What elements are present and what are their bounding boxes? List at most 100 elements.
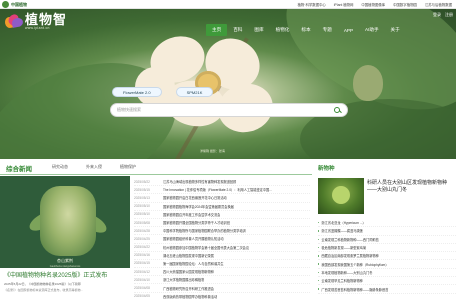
news-date: 2025/04/05 <box>134 294 150 299</box>
nav-app[interactable]: APP <box>338 24 359 36</box>
list-item[interactable]: 极危植物新发现——新型紫鸡菊 <box>318 244 456 253</box>
top-link[interactable]: iPlant 植物网 <box>334 2 354 7</box>
new-species-feature[interactable]: 科研人员在大别山区发现植物新物种——大别山丸门冬 <box>318 176 456 216</box>
news-item[interactable]: 2025/04/16 湖北五峰山植物园发现中国新记录属 <box>134 252 310 260</box>
news-title[interactable]: 国家植物园开展全国植物分类学骨干人才培训班 <box>163 220 230 225</box>
news-title[interactable]: 国家植物园组织科普人员开展植物认知活动 <box>163 236 224 241</box>
top-utility-bar: 中国植物 植物·科学数据中心 iPlant 植物网 中国植物图像库 中国数字植物… <box>0 0 456 9</box>
list-item[interactable]: 云南发现罕见兰科植物新物种 <box>318 277 456 286</box>
login-link[interactable]: 登录 <box>433 12 441 18</box>
list-item[interactable]: 我国西部发现我国第五个新种（Rubiophyllum） <box>318 260 456 269</box>
news-title[interactable]: 国家植物园开启白花西番莲开花中心日常活动 <box>163 195 227 200</box>
news-title[interactable]: 湖北五峰山植物园发现中国新记录属 <box>163 253 214 258</box>
feature-image-sub: Gaultheria xiangshanensis <box>49 265 81 268</box>
nav-plant-culture[interactable]: 植物化 <box>270 24 296 36</box>
new-species-list: 浙江省北亚龙（Hypericum ...） 浙江省蓝蝴蝶——腐蓝马唐莲 云南发现… <box>318 219 456 294</box>
bullet-icon <box>318 221 320 224</box>
top-links: 植物·科学数据中心 iPlant 植物网 中国植物图像库 中国数字植物园 江苏与… <box>298 2 452 7</box>
news-title[interactable]: The Innovation | 花伴侣专项版（FlowerMate 2.0）：… <box>163 187 272 192</box>
news-item[interactable]: 2025/04/22 杭州植物园参加中国植物学会第十届全国代表大会第二次会议 <box>134 244 310 252</box>
list-item-label[interactable]: 极危植物新发现——新型紫鸡菊 <box>321 245 366 250</box>
register-link[interactable]: 注册 <box>445 12 453 18</box>
list-item-label[interactable]: 浙江省北亚龙（Hypericum ...） <box>321 220 365 225</box>
news-title[interactable]: 西双版纳热带植物园举办植物科普活动 <box>163 294 217 299</box>
news-item[interactable]: 2025/04/15 第一届国家植物园论坛：人与自然和谐共生 <box>134 260 310 269</box>
nav-home[interactable]: 主页 <box>206 24 228 36</box>
nav-ai-assistant[interactable]: AI助手 <box>359 24 385 36</box>
model-tag-spm21k[interactable]: SPM21K <box>175 87 214 97</box>
news-title[interactable]: 浙江大学植物园展出珍稀植物 <box>163 277 204 282</box>
feature-image[interactable]: 杏山紫荆 Gaultheria xiangshanensis <box>0 176 130 268</box>
tab-invasive[interactable]: 外来入侵 <box>86 164 102 170</box>
new-species-title[interactable]: 新物种 <box>318 164 335 172</box>
top-link[interactable]: 植物·科学数据中心 <box>298 2 326 7</box>
list-item-label[interactable]: 本地发现植物新种——大别山丸门冬 <box>321 270 372 275</box>
list-item[interactable]: 西藏自治区南部发现紫罗兰属植物新物种 <box>318 252 456 261</box>
feature-plant <box>40 186 96 256</box>
list-item[interactable]: 广西发现苦苣苔科植物新物种——隐脉条脉苣苔 <box>318 285 456 294</box>
bullet-icon <box>318 280 320 282</box>
search-icon[interactable] <box>334 106 341 114</box>
news-title[interactable]: 杭州植物园参加中国植物学会第十届全国代表大会第二次会议 <box>163 245 249 250</box>
nav-specimens[interactable]: 标本 <box>295 24 316 36</box>
news-title[interactable]: 广西植物研究所召开科研工作推进会 <box>163 286 214 291</box>
news-item[interactable]: 2025/04/28 中国科学院植物所与国家植物园联合举办的植物分类学培训 <box>134 227 310 236</box>
section-divider <box>0 174 312 175</box>
list-item-label[interactable]: 云南发现兰科植物新物种——西门祠莉苔 <box>321 237 378 242</box>
search-bar[interactable]: 植物快速搜索 <box>110 103 348 117</box>
news-date: 2025/05/10 <box>134 212 150 217</box>
list-item[interactable]: 浙江省蓝蝴蝶——腐蓝马唐莲 <box>318 227 456 236</box>
news-title[interactable]: 国家植物园植物海学会2024年会暨第届委员会换届 <box>163 204 234 209</box>
tab-protection[interactable]: 植物保护 <box>120 164 136 170</box>
new-species-thumbnail[interactable] <box>318 178 364 214</box>
news-item[interactable]: 2025/05/08 国家植物园开展全国植物分类学骨干人才培训班 <box>134 219 310 228</box>
list-item-label[interactable]: 广西发现苦苣苔科植物新物种——隐脉条脉苣苔 <box>321 287 388 292</box>
search-input[interactable]: 植物快速搜索 <box>117 107 334 113</box>
news-title[interactable]: 第一届国家植物园论坛：人与自然和谐共生 <box>163 261 224 266</box>
nav-topics[interactable]: 专题 <box>317 24 338 36</box>
news-title[interactable]: 江苏马山海域出现植物多样性有害物种发现报道回顾 <box>163 179 236 184</box>
news-title[interactable]: 国家植物园召开年度工作会暨学术交流会 <box>163 212 220 217</box>
top-link[interactable]: 江苏与后植物数据 <box>425 2 452 7</box>
news-item[interactable]: 2025/04/12 四川大熊猫国家公园发现植物新物种 <box>134 268 310 277</box>
list-item[interactable]: 云南发现兰科植物新物种——西门祠莉苔 <box>318 236 456 244</box>
news-date: 2025/05/22 <box>134 179 150 184</box>
news-item[interactable]: 2025/04/10 浙江大学植物园展出珍稀植物 <box>134 276 310 285</box>
feature-title[interactable]: 《中国植物物种名录2025版》正式发布 <box>4 270 107 279</box>
news-date: 2025/04/12 <box>134 269 150 274</box>
tab-research[interactable]: 研究动态 <box>52 164 68 170</box>
list-item-label[interactable]: 我国西部发现我国第五个新种（Rubiophyllum） <box>321 262 388 267</box>
top-link[interactable]: 中国植物图像库 <box>361 2 385 7</box>
list-item-label[interactable]: 云南发现罕见兰科植物新物种 <box>321 278 362 283</box>
section-title[interactable]: 综合新闻 <box>6 163 32 173</box>
news-title[interactable]: 中国科学院植物所与国家植物园联合举办的植物分类学培训 <box>163 228 246 233</box>
list-item-label[interactable]: 西藏自治区南部发现紫罗兰属植物新物种 <box>321 253 378 258</box>
news-item[interactable]: 2025/05/15 The Innovation | 花伴侣专项版（Flower… <box>134 186 310 195</box>
news-item[interactable]: 2025/05/10 国家植物园植物海学会2024年会暨第届委员会换届 <box>134 203 310 211</box>
nav-gallery[interactable]: 图库 <box>248 24 269 36</box>
top-link[interactable]: 中国数字植物园 <box>393 2 417 7</box>
site-name: 植物智 <box>25 11 68 27</box>
news-date: 2025/04/15 <box>134 261 150 266</box>
news-item[interactable]: 2025/04/05 西双版纳热带植物园举办植物科普活动 <box>134 293 310 300</box>
site-brand[interactable]: 植物智 www.iplant.cn <box>4 12 67 30</box>
bullet-icon <box>318 230 320 232</box>
list-item[interactable]: 本地发现植物新种——大别山丸门冬 <box>318 269 456 278</box>
list-item-label[interactable]: 浙江省蓝蝴蝶——腐蓝马唐莲 <box>321 228 362 233</box>
news-item[interactable]: 2025/05/13 国家植物园开启白花西番莲开花中心日常活动 <box>134 194 310 203</box>
nav-about[interactable]: 关于 <box>385 24 406 36</box>
news-date: 2025/04/08 <box>134 286 150 291</box>
new-species-feature-title[interactable]: 科研人员在大别山区发现植物新物种——大别山丸门冬 <box>367 180 455 194</box>
news-item[interactable]: 2025/04/25 国家植物园组织科普人员开展植物认知活动 <box>134 235 310 244</box>
model-tag-flowermate[interactable]: FlowerMate 2.0 <box>112 87 162 97</box>
nav-encyclopedia[interactable]: 百科 <box>227 24 248 36</box>
news-title[interactable]: 四川大熊猫国家公园发现植物新物种 <box>163 269 214 274</box>
feature-date: 2025年5月22日，《中国植物物种名录2025版》（以下简称 <box>4 282 81 286</box>
news-item[interactable]: 2025/04/08 广西植物研究所召开科研工作推进会 <box>134 284 310 293</box>
news-item[interactable]: 2025/05/22 江苏马山海域出现植物多样性有害物种发现报道回顾 <box>134 178 310 187</box>
org-logo[interactable]: 中国植物 <box>2 1 27 8</box>
org-seal-icon <box>2 1 9 8</box>
news-date: 2025/05/15 <box>134 187 150 192</box>
list-item[interactable]: 浙江省北亚龙（Hypericum ...） <box>318 219 456 228</box>
news-item[interactable]: 2025/05/10 国家植物园召开年度工作会暨学术交流会 <box>134 211 310 219</box>
